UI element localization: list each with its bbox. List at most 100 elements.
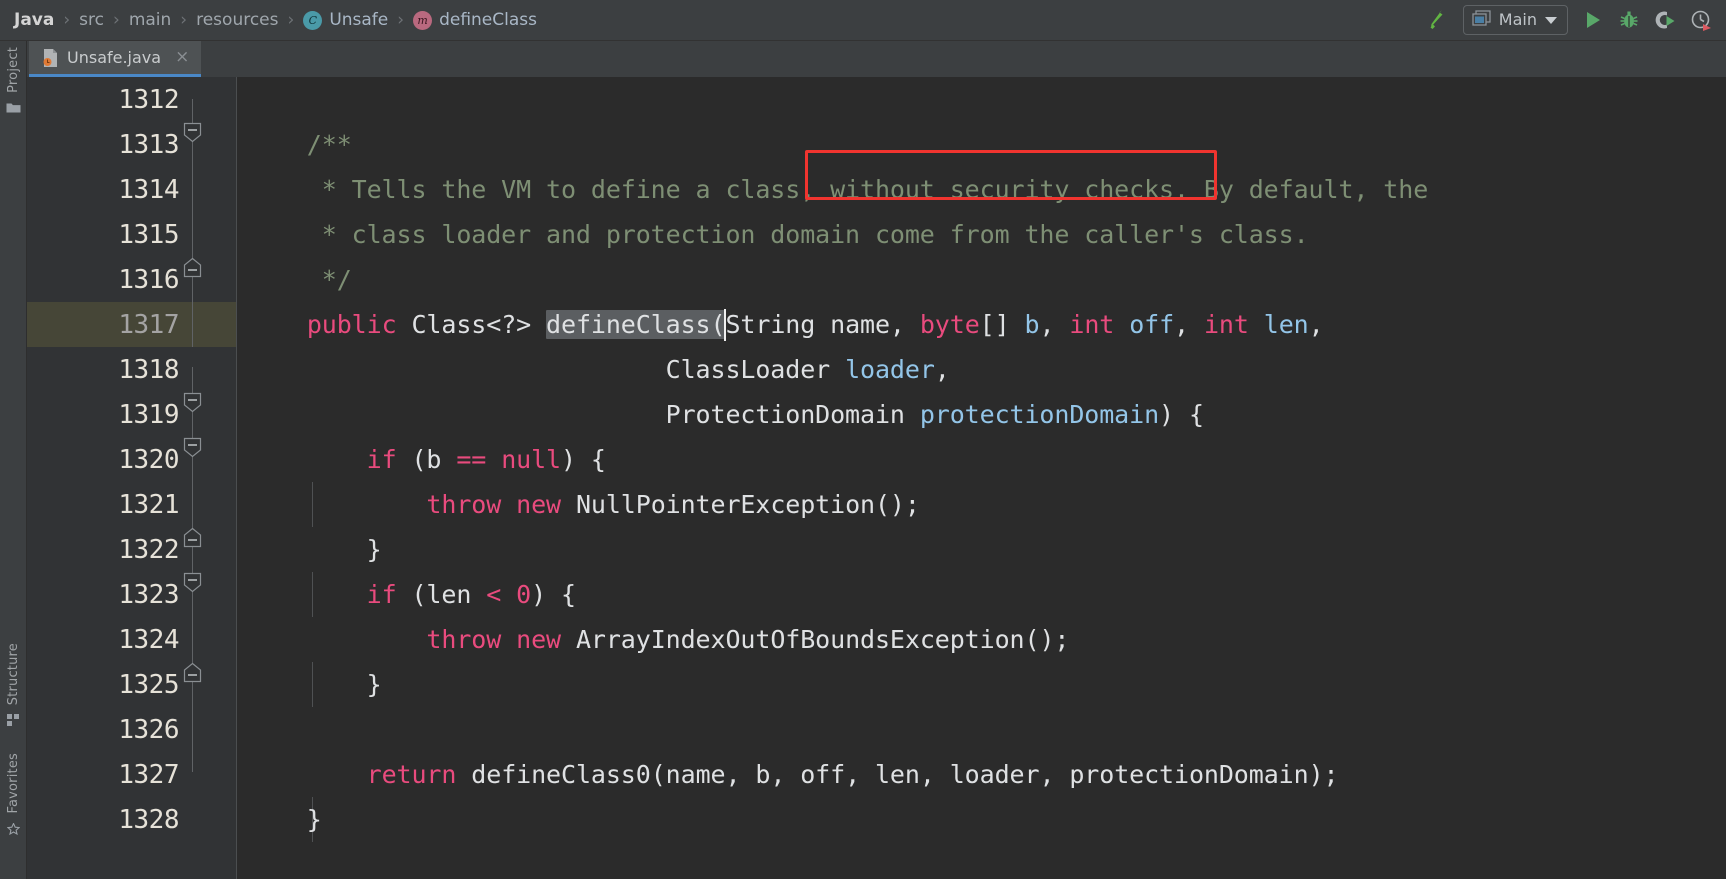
code-token-punct: , bbox=[1308, 310, 1324, 339]
code-token-expr: defineClass0(name, b, off, len, loader, … bbox=[456, 760, 1339, 789]
code-token-keyword: throw bbox=[426, 490, 502, 519]
code-line[interactable]: throw new ArrayIndexOutOfBoundsException… bbox=[247, 617, 1069, 662]
code-line[interactable]: ProtectionDomain protectionDomain) { bbox=[247, 392, 1204, 437]
code-line[interactable]: */ bbox=[247, 257, 352, 302]
code-token-param: String name, bbox=[725, 310, 920, 339]
tab-unsafe-java[interactable]: Unsafe.java × bbox=[29, 41, 202, 77]
code-token-number: 0 bbox=[516, 580, 532, 609]
code-content[interactable]: /** * Tells the VM to define a class, wi… bbox=[237, 77, 1726, 879]
line-number-row: 1326 bbox=[27, 707, 187, 752]
code-token-type: ProtectionDomain bbox=[247, 400, 920, 429]
code-line[interactable]: return defineClass0(name, b, off, len, l… bbox=[247, 752, 1339, 797]
build-hammer-icon[interactable] bbox=[1421, 3, 1455, 37]
line-number-row: 1320 bbox=[27, 437, 187, 482]
code-token-punct: ) { bbox=[1159, 400, 1204, 429]
run-config-icon bbox=[1472, 9, 1491, 31]
line-number: 1328 bbox=[118, 804, 179, 835]
code-token-punct: , bbox=[1174, 310, 1204, 339]
breadcrumb-item-java[interactable]: Java bbox=[14, 10, 54, 30]
line-number: 1327 bbox=[118, 759, 179, 790]
breadcrumb-item-resources[interactable]: resources bbox=[196, 10, 278, 30]
line-number: 1316 bbox=[118, 264, 179, 295]
line-number-row: 1323 bbox=[27, 572, 187, 617]
code-line[interactable]: throw new NullPointerException(); bbox=[247, 482, 920, 527]
line-number: 1323 bbox=[118, 579, 179, 610]
code-token-type: ClassLoader bbox=[247, 355, 846, 384]
line-number: 1325 bbox=[118, 669, 179, 700]
sidebar-item-label: Favorites bbox=[6, 753, 21, 814]
chevron-down-icon[interactable] bbox=[1545, 16, 1557, 24]
code-token-punct: } bbox=[247, 805, 322, 834]
sidebar-item-project[interactable]: Project bbox=[0, 47, 27, 120]
code-line[interactable]: ClassLoader loader, bbox=[247, 347, 950, 392]
run-icon[interactable] bbox=[1576, 3, 1610, 37]
java-file-icon bbox=[43, 48, 58, 67]
line-number-row: 1318 bbox=[27, 347, 187, 392]
sidebar-item-structure[interactable]: Structure bbox=[0, 643, 27, 732]
code-line[interactable]: * class loader and protection domain com… bbox=[247, 212, 1309, 257]
run-configuration-selector[interactable]: Main bbox=[1462, 5, 1568, 35]
breadcrumb-item-defineclass[interactable]: m defineClass bbox=[413, 10, 537, 30]
line-number-row: 1327 bbox=[27, 752, 187, 797]
line-number-row: 1328 bbox=[27, 797, 187, 842]
code-token-expr: (b bbox=[396, 445, 457, 474]
code-token-param: len bbox=[1263, 310, 1309, 339]
code-token-operator: == bbox=[456, 445, 487, 474]
line-number: 1322 bbox=[118, 534, 179, 565]
breadcrumb-item-unsafe[interactable]: C Unsafe bbox=[303, 10, 388, 30]
debug-icon[interactable] bbox=[1612, 3, 1646, 37]
code-token-punct: , bbox=[934, 355, 950, 384]
code-token-punct: ) { bbox=[531, 580, 576, 609]
code-line-current[interactable]: public Class<?> defineClass(String name,… bbox=[247, 302, 1324, 347]
code-token-param: protectionDomain bbox=[919, 400, 1160, 429]
code-token-comment: * Tells the VM to define a class, withou… bbox=[247, 175, 1429, 204]
code-line[interactable]: /** bbox=[247, 122, 352, 167]
line-number: 1314 bbox=[118, 174, 179, 205]
sidebar-item-label: Structure bbox=[6, 643, 21, 706]
code-editor[interactable]: 1312 1313 1314 1315 1316 1317 1318 1319 … bbox=[27, 77, 1726, 879]
line-number-row: 1321 bbox=[27, 482, 187, 527]
line-number: 1315 bbox=[118, 219, 179, 250]
code-line[interactable]: if (b == null) { bbox=[247, 437, 606, 482]
code-token-operator: < bbox=[486, 580, 502, 609]
left-tool-window-stripe: Project Structure Favorites bbox=[0, 41, 27, 879]
navigation-bar: Java › src › main › resources › C Unsafe… bbox=[0, 0, 1726, 41]
breadcrumb-item-label: Unsafe bbox=[329, 10, 389, 30]
code-line[interactable]: * Tells the VM to define a class, withou… bbox=[247, 167, 1429, 212]
code-line[interactable]: } bbox=[247, 527, 382, 572]
close-icon[interactable]: × bbox=[175, 49, 189, 66]
code-token-expr: ArrayIndexOutOfBoundsException(); bbox=[561, 625, 1070, 654]
breadcrumb-item-main[interactable]: main bbox=[129, 10, 171, 30]
code-token-selected-identifier[interactable]: defineClass( bbox=[546, 310, 726, 339]
breadcrumb: Java › src › main › resources › C Unsafe… bbox=[0, 0, 537, 40]
code-token-punct: } bbox=[247, 670, 382, 699]
breadcrumb-separator: › bbox=[287, 10, 295, 30]
code-token-keyword: new bbox=[516, 490, 561, 519]
tab-label: Unsafe.java bbox=[67, 48, 162, 67]
run-config-label: Main bbox=[1498, 10, 1537, 29]
breadcrumb-item-src[interactable]: src bbox=[79, 10, 104, 30]
main-toolbar-actions: Main bbox=[1421, 0, 1726, 40]
run-with-coverage-icon[interactable] bbox=[1648, 3, 1682, 37]
sidebar-item-favorites[interactable]: Favorites bbox=[0, 753, 27, 841]
code-token-expr: (len bbox=[396, 580, 487, 609]
code-token-keyword: byte bbox=[919, 310, 980, 339]
code-token-comment: * class loader and protection domain com… bbox=[247, 220, 1309, 249]
breadcrumb-item-label: defineClass bbox=[439, 10, 537, 30]
code-token-punct: [] bbox=[979, 310, 1025, 339]
code-token-keyword: if bbox=[366, 580, 397, 609]
code-line[interactable]: } bbox=[247, 797, 322, 842]
line-number: 1318 bbox=[118, 354, 179, 385]
code-line[interactable]: if (len < 0) { bbox=[247, 572, 576, 617]
profiler-icon[interactable] bbox=[1684, 3, 1718, 37]
code-token-keyword: return bbox=[366, 760, 457, 789]
line-number: 1320 bbox=[118, 444, 179, 475]
code-line[interactable]: } bbox=[247, 662, 382, 707]
